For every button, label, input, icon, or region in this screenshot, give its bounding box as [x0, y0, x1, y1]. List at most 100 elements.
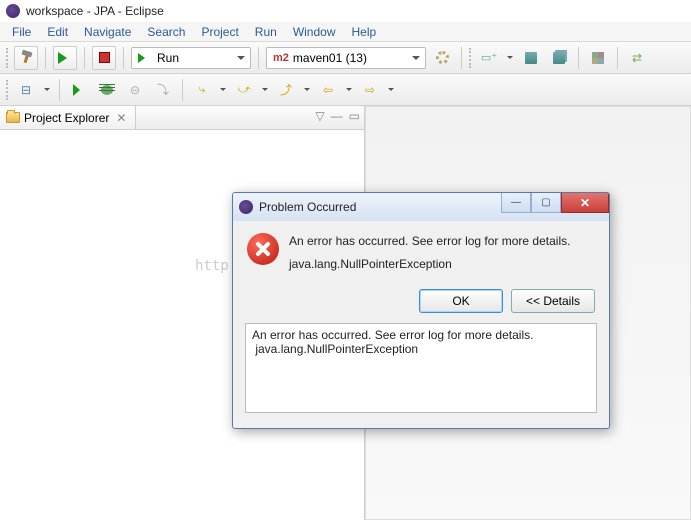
maximize-icon[interactable]: ▭: [349, 109, 360, 123]
run-mode-dropdown[interactable]: Run: [131, 47, 251, 69]
ok-button[interactable]: OK: [419, 289, 503, 313]
dialog-message-line1: An error has occurred. See error log for…: [289, 233, 595, 250]
menubar: File Edit Navigate Search Project Run Wi…: [0, 22, 691, 42]
menu-project[interactable]: Project: [193, 23, 246, 41]
stop-button[interactable]: [92, 46, 116, 70]
dropdown-arrow-icon[interactable]: [344, 79, 354, 101]
step-into-icon: ⤷: [199, 82, 206, 97]
run-icon: [58, 52, 73, 64]
menu-edit[interactable]: Edit: [39, 23, 76, 41]
dropdown-arrow-icon[interactable]: [218, 79, 228, 101]
eclipse-icon: [6, 4, 20, 18]
dialog-details-pane: [245, 323, 597, 416]
separator: [578, 47, 579, 69]
run-button[interactable]: [53, 46, 77, 70]
menu-help[interactable]: Help: [344, 23, 385, 41]
launch-config-dropdown[interactable]: m2 maven01 (13): [266, 47, 426, 69]
error-icon: [247, 233, 279, 265]
run-mode-label: Run: [157, 51, 179, 65]
dialog-buttons: OK << Details: [233, 283, 609, 323]
link-icon: ⇄: [632, 51, 642, 65]
run-config-gear[interactable]: [430, 46, 454, 70]
details-button[interactable]: << Details: [511, 289, 595, 313]
forward-icon: ⇨: [365, 83, 375, 97]
back-button[interactable]: ⇦: [316, 78, 340, 102]
dialog-message: An error has occurred. See error log for…: [289, 233, 595, 273]
toolbar-grip[interactable]: [469, 48, 473, 68]
view-menu-icon[interactable]: ▽: [315, 109, 324, 123]
separator: [45, 47, 46, 69]
separator: [123, 47, 124, 69]
separator: [258, 47, 259, 69]
step-into-button[interactable]: ⤷: [190, 78, 214, 102]
build-button[interactable]: [14, 46, 38, 70]
save-icon: [525, 52, 537, 64]
play-icon: [73, 84, 86, 96]
run-icon: [138, 53, 151, 63]
grid-icon: [592, 52, 604, 64]
separator: [617, 47, 618, 69]
separator: [84, 47, 85, 69]
new-icon: ▭⁺: [481, 51, 497, 64]
save-button[interactable]: [519, 46, 543, 70]
separator: [59, 79, 60, 101]
separator: [182, 79, 183, 101]
minimize-icon[interactable]: —: [331, 109, 343, 123]
toggle-icon: ⊟: [21, 83, 31, 97]
menu-search[interactable]: Search: [139, 23, 193, 41]
step-return-icon: ⤴: [280, 81, 292, 98]
step-over-button[interactable]: ⤻: [232, 78, 256, 102]
details-textarea[interactable]: [245, 323, 597, 413]
menu-file[interactable]: File: [4, 23, 39, 41]
tab-project-explorer[interactable]: Project Explorer ✕: [0, 106, 136, 129]
dialog-titlebar[interactable]: Problem Occurred — ▢ ✕: [233, 193, 609, 221]
dropdown-arrow-icon[interactable]: [42, 79, 52, 101]
view-tabbar: Project Explorer ✕ ▽ — ▭: [0, 106, 364, 130]
dialog-window-buttons: — ▢ ✕: [501, 193, 609, 221]
view-controls: ▽ — ▭: [315, 109, 360, 123]
debug-button[interactable]: [95, 78, 119, 102]
eclipse-icon: [239, 200, 253, 214]
terminate-icon: ⊝: [130, 83, 140, 97]
toolbar-grip[interactable]: [6, 80, 10, 100]
window-title: workspace - JPA - Eclipse: [26, 4, 164, 18]
bug-icon: [101, 85, 113, 95]
dropdown-arrow-icon[interactable]: [386, 79, 396, 101]
new-button[interactable]: ▭⁺: [477, 46, 501, 70]
window-titlebar: workspace - JPA - Eclipse: [0, 0, 691, 22]
maximize-button[interactable]: ▢: [531, 193, 561, 213]
menu-navigate[interactable]: Navigate: [76, 23, 139, 41]
forward-button[interactable]: ⇨: [358, 78, 382, 102]
minimize-button[interactable]: —: [501, 193, 531, 213]
dropdown-arrow-icon[interactable]: [302, 79, 312, 101]
step-return-button[interactable]: ⤴: [274, 78, 298, 102]
separator: [461, 47, 462, 69]
dialog-body: An error has occurred. See error log for…: [233, 221, 609, 283]
resume-button[interactable]: [67, 78, 91, 102]
dropdown-arrow-icon[interactable]: [505, 47, 515, 69]
disconnect-icon: ⤵: [157, 81, 169, 98]
maven-icon: m2: [273, 52, 289, 64]
stop-icon: [99, 52, 110, 63]
back-icon: ⇦: [323, 83, 333, 97]
dialog-message-line2: java.lang.NullPointerException: [289, 256, 595, 273]
close-icon[interactable]: ✕: [113, 111, 129, 125]
dropdown-arrow-icon[interactable]: [260, 79, 270, 101]
toolbar-secondary: ⊟ ⊝ ⤵ ⤷ ⤻ ⤴ ⇦ ⇨: [0, 74, 691, 106]
save-all-icon: [553, 52, 565, 64]
hammer-icon: [20, 51, 33, 64]
launch-config-label: maven01 (13): [293, 51, 367, 65]
save-all-button[interactable]: [547, 46, 571, 70]
perspective-button[interactable]: [586, 46, 610, 70]
expand-button[interactable]: ⊟: [14, 78, 38, 102]
terminate-button[interactable]: ⊝: [123, 78, 147, 102]
disconnect-button[interactable]: ⤵: [151, 78, 175, 102]
dialog-problem-occurred: Problem Occurred — ▢ ✕ An error has occu…: [232, 192, 610, 429]
link-button[interactable]: ⇄: [625, 46, 649, 70]
toolbar-grip[interactable]: [6, 48, 10, 68]
menu-window[interactable]: Window: [285, 23, 344, 41]
close-button[interactable]: ✕: [561, 193, 609, 213]
step-over-icon: ⤻: [238, 82, 251, 97]
menu-run[interactable]: Run: [247, 23, 285, 41]
gear-icon: [436, 51, 449, 64]
